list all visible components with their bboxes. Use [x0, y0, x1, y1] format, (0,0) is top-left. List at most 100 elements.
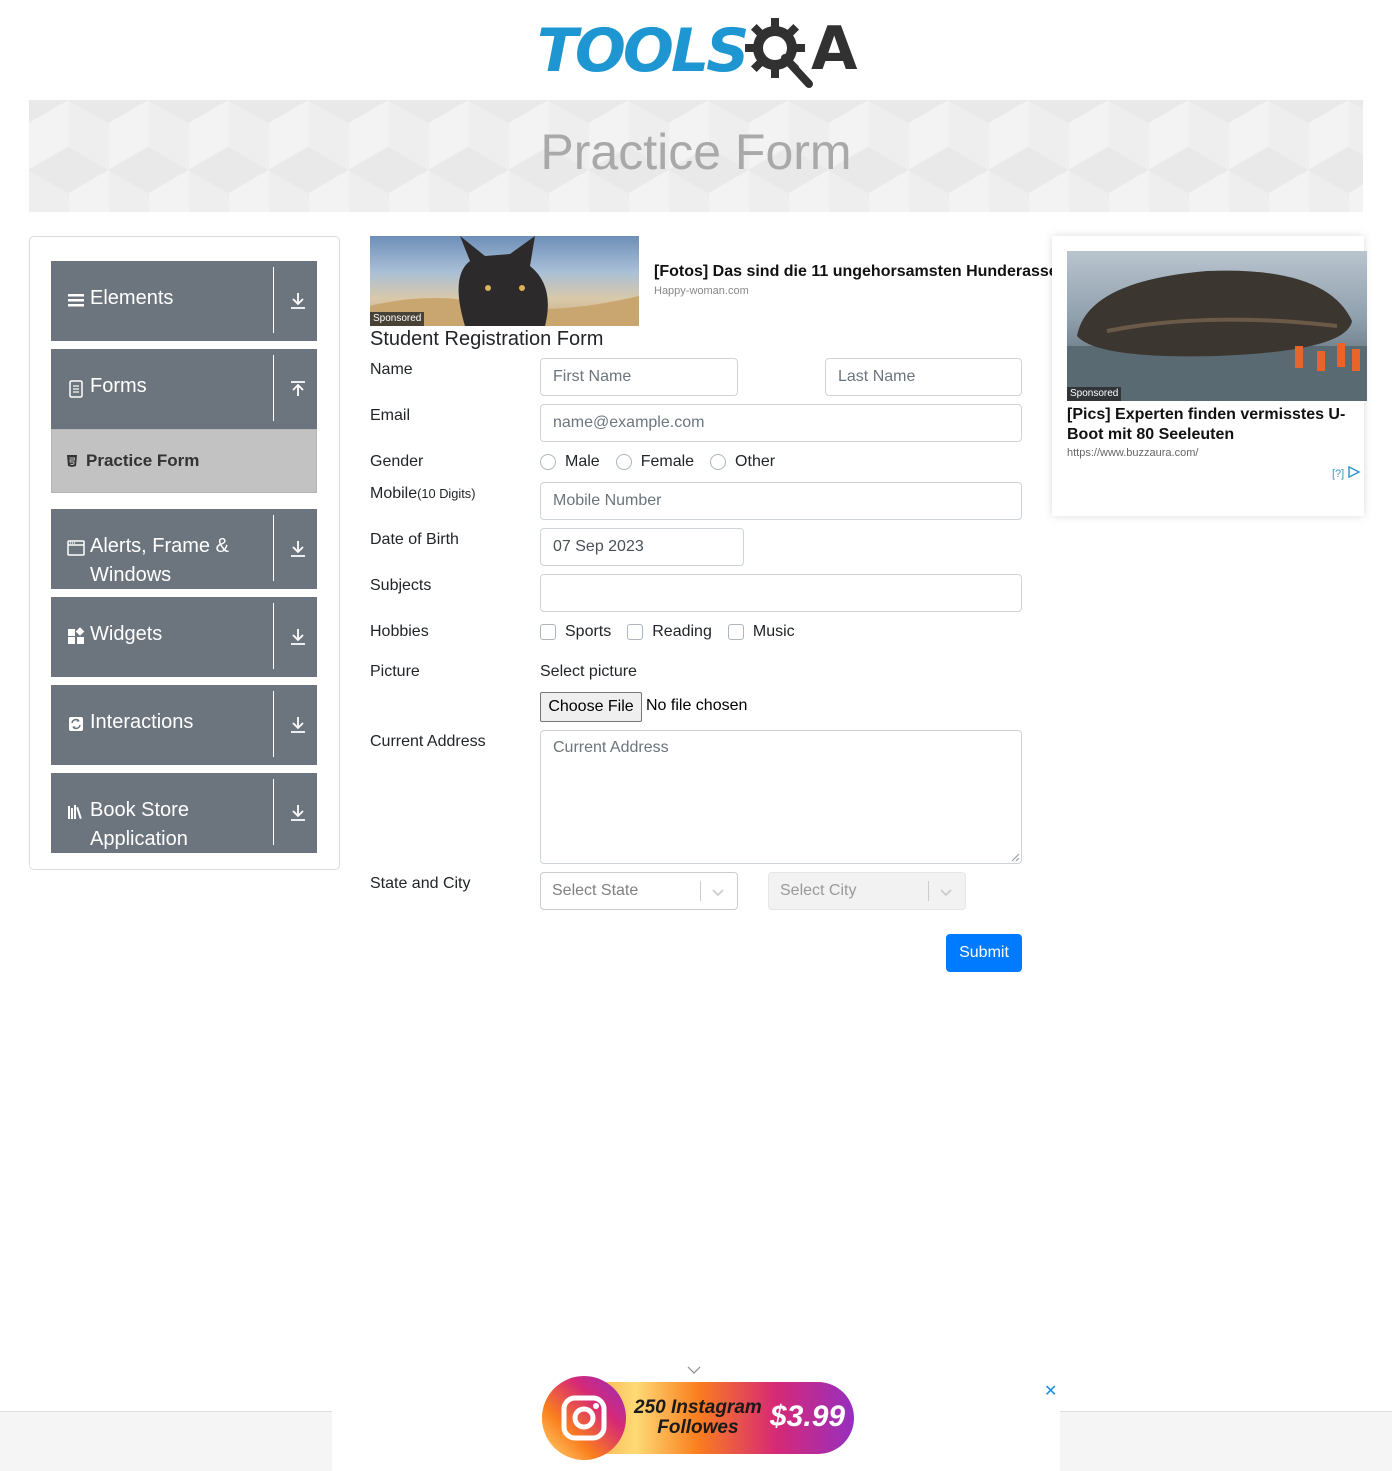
first-name-input[interactable]: First Name — [540, 358, 738, 396]
dob-label: Date of Birth — [370, 531, 459, 548]
logo-suffix: A — [811, 14, 858, 84]
state-select[interactable]: Select State — [540, 872, 738, 910]
menu-group-book-store-application[interactable]: Book Store Application — [51, 773, 317, 853]
bottom-ad[interactable]: 250 Instagram Followes $3.99 — [332, 1376, 1060, 1471]
menu-group-label: Elements — [90, 287, 174, 309]
menu-group-elements[interactable]: Elements — [51, 261, 317, 341]
download-arrow-icon[interactable] — [290, 292, 306, 310]
ad-line-1: 250 Instagram — [634, 1397, 762, 1418]
gender-option-label[interactable]: Other — [735, 453, 775, 471]
ad-info-text: [?] — [1332, 468, 1345, 480]
chevron-down-icon — [712, 889, 724, 897]
close-icon[interactable]: ✕ — [1044, 1381, 1057, 1401]
page-banner: Practice Form — [29, 100, 1363, 212]
resize-handle-icon[interactable] — [1010, 852, 1020, 862]
gear-magnifier-icon — [745, 18, 813, 88]
file-status: No file chosen — [646, 697, 748, 714]
gender-radio-female[interactable] — [615, 454, 632, 470]
instagram-ad-banner[interactable]: 250 Instagram Followes $3.99 — [542, 1376, 854, 1460]
gender-radio-male[interactable] — [540, 454, 556, 470]
mobile-input[interactable]: Mobile Number — [540, 482, 1022, 520]
document-icon — [69, 380, 83, 398]
subjects-input[interactable] — [540, 574, 1022, 612]
last-name-input[interactable]: Last Name — [825, 358, 1022, 396]
chevron-down-icon — [940, 889, 952, 897]
current-address-textarea[interactable]: Current Address — [540, 730, 1022, 864]
menu-group-label: Forms — [90, 375, 147, 397]
city-select-placeholder: Select City — [780, 882, 857, 899]
divider — [273, 691, 274, 757]
ad-text: 250 Instagram Followes — [634, 1398, 762, 1438]
sync-icon — [69, 717, 83, 731]
widgets-icon — [68, 627, 85, 644]
select-picture-label: Select picture — [540, 663, 637, 680]
hobby-options: Sports Reading Music — [540, 623, 811, 641]
mobile-label: Mobile(10 Digits) — [370, 485, 475, 503]
toolsqa-logo[interactable]: TOOLS A — [537, 14, 861, 92]
instagram-icon — [542, 1376, 626, 1460]
submit-button[interactable]: Submit — [946, 934, 1022, 972]
adchoices-icon — [1348, 465, 1361, 479]
sponsored-tag: Sponsored — [1067, 387, 1122, 401]
gender-option-label[interactable]: Female — [641, 453, 694, 471]
hobby-checkbox-sports[interactable] — [540, 624, 556, 640]
ad-top-image[interactable]: Sponsored — [370, 236, 639, 326]
download-arrow-icon[interactable] — [290, 540, 306, 558]
ad-top-source[interactable]: Happy-woman.com — [654, 285, 749, 297]
page-title: Practice Form — [540, 124, 852, 180]
window-icon — [67, 540, 85, 556]
date-of-birth-input[interactable]: 07 Sep 2023 — [540, 528, 744, 566]
menu-group-label: Book Store Application — [90, 799, 189, 850]
upload-arrow-icon[interactable] — [290, 380, 306, 398]
hobbies-label: Hobbies — [370, 623, 429, 640]
gender-radio-other[interactable] — [710, 454, 727, 470]
chevron-down-icon[interactable] — [686, 1364, 702, 1376]
name-label: Name — [370, 361, 413, 378]
current-address-label: Current Address — [370, 733, 486, 750]
divider — [273, 779, 274, 845]
menu-group-alerts-frame-windows[interactable]: Alerts, Frame & Windows — [51, 509, 317, 589]
menu-item-practice-form[interactable]: Practice Form — [51, 429, 317, 493]
menu-group-widgets[interactable]: Widgets — [51, 597, 317, 677]
download-arrow-icon[interactable] — [290, 716, 306, 734]
ad-right-image[interactable]: Sponsored — [1067, 251, 1367, 401]
download-arrow-icon[interactable] — [290, 804, 306, 822]
ad-top-title[interactable]: [Fotos] Das sind die 11 ungehorsamsten H… — [654, 263, 1054, 281]
gender-option-label[interactable]: Male — [565, 453, 600, 471]
hobby-option-label[interactable]: Sports — [565, 623, 611, 641]
state-city-label: State and City — [370, 875, 471, 892]
menu-item-label: Practice Form — [86, 451, 200, 470]
gender-label: Gender — [370, 453, 424, 470]
gender-options: Male Female Other — [540, 453, 791, 471]
menu-group-label: Alerts, Frame & Windows — [90, 535, 229, 586]
html5-icon — [67, 455, 77, 467]
hamburger-icon — [68, 294, 84, 307]
divider — [700, 881, 701, 901]
choose-file-button[interactable]: Choose File — [540, 692, 642, 722]
divider — [273, 603, 274, 669]
picture-label: Picture — [370, 663, 420, 680]
email-input[interactable]: name@example.com — [540, 404, 1022, 442]
divider — [928, 881, 929, 901]
ad-right-title[interactable]: [Pics] Experten finden vermisstes U-Boot… — [1067, 405, 1357, 445]
download-arrow-icon[interactable] — [290, 628, 306, 646]
email-label: Email — [370, 407, 411, 424]
ad-price: $3.99 — [770, 1400, 846, 1433]
divider — [273, 515, 274, 581]
logo-text: TOOLS — [537, 16, 749, 86]
divider — [273, 267, 274, 333]
menu-group-interactions[interactable]: Interactions — [51, 685, 317, 765]
form-title: Student Registration Form — [370, 328, 604, 350]
menu-group-forms[interactable]: Forms — [51, 349, 317, 429]
sidebar-menu: Elements Forms Practice Form Alerts, Fra… — [29, 236, 340, 870]
hobby-checkbox-music[interactable] — [727, 624, 744, 640]
subjects-label: Subjects — [370, 577, 432, 594]
ad-line-2: Followes — [657, 1417, 739, 1438]
hobby-checkbox-reading[interactable] — [627, 624, 644, 640]
hobby-option-label[interactable]: Music — [753, 623, 795, 641]
city-select[interactable]: Select City — [768, 872, 966, 910]
ad-info-link[interactable]: [?] — [1332, 465, 1361, 480]
hobby-option-label[interactable]: Reading — [652, 623, 712, 641]
state-select-placeholder: Select State — [552, 882, 639, 899]
ad-right-source[interactable]: https://www.buzzaura.com/ — [1067, 447, 1198, 459]
